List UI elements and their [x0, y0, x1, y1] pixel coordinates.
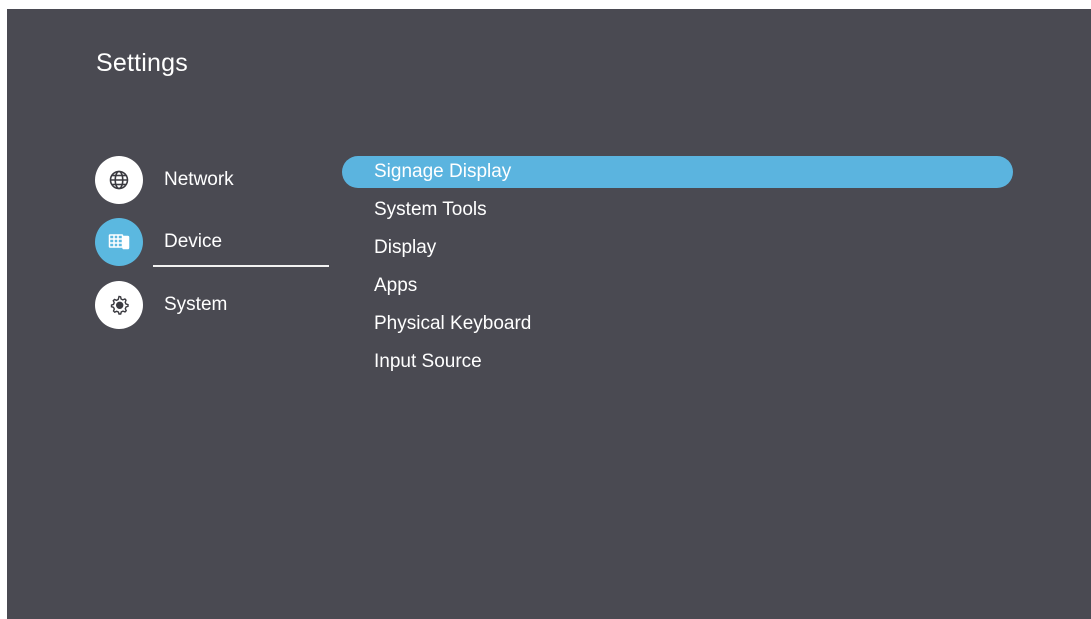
device-icon — [95, 218, 143, 266]
category-system[interactable]: System — [95, 281, 227, 329]
active-category-underline — [153, 265, 329, 267]
category-device[interactable]: Device — [95, 218, 222, 266]
page-title: Settings — [96, 49, 188, 77]
submenu-item-display[interactable]: Display — [342, 232, 1013, 264]
gear-icon — [95, 281, 143, 329]
submenu-item-system-tools[interactable]: System Tools — [342, 194, 1013, 226]
category-network[interactable]: Network — [95, 156, 234, 204]
submenu-item-signage-display[interactable]: Signage Display — [342, 156, 1013, 188]
globe-icon — [95, 156, 143, 204]
device-submenu: Signage Display System Tools Display App… — [342, 156, 1013, 384]
submenu-item-input-source[interactable]: Input Source — [342, 346, 1013, 378]
category-label: Device — [164, 231, 223, 252]
category-label: System — [164, 294, 228, 315]
submenu-item-apps[interactable]: Apps — [342, 270, 1013, 302]
settings-screen: Settings Network Device System Signage D… — [7, 9, 1091, 619]
category-label: Network — [164, 169, 234, 190]
submenu-item-physical-keyboard[interactable]: Physical Keyboard — [342, 308, 1013, 340]
